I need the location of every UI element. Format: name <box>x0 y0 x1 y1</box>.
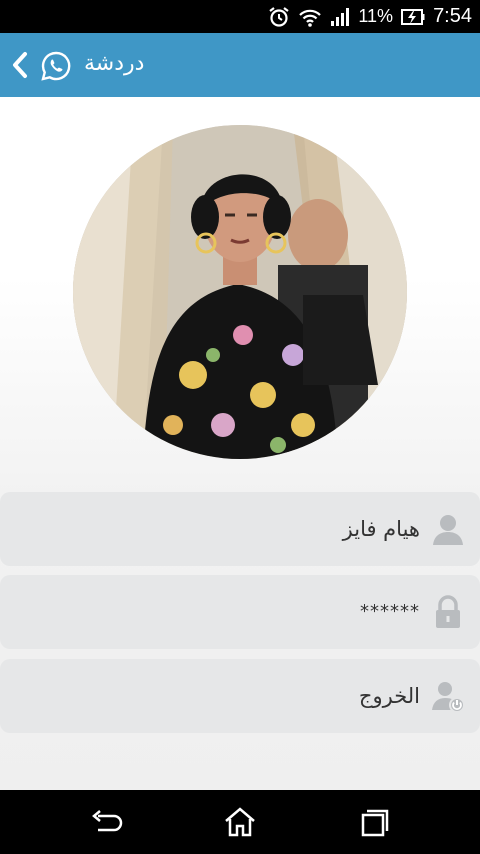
logout-user-icon <box>430 678 466 714</box>
navigation-bar <box>0 790 480 854</box>
user-icon <box>430 511 466 547</box>
back-chevron-icon[interactable] <box>10 49 30 81</box>
clock: 7:54 <box>433 5 472 27</box>
wifi-icon <box>298 6 322 28</box>
battery-charging-icon <box>401 8 425 26</box>
logout-row[interactable]: الخروج <box>0 659 480 733</box>
alarm-icon <box>268 6 290 28</box>
profile-content: هيام فايز ****** الخروج <box>0 97 480 790</box>
home-icon[interactable] <box>220 804 260 840</box>
lock-icon <box>430 594 466 630</box>
battery-percent: 11% <box>358 6 394 26</box>
profile-name-row[interactable]: هيام فايز <box>0 492 480 566</box>
password-row[interactable]: ****** <box>0 575 480 649</box>
back-icon[interactable] <box>86 804 126 840</box>
logout-label: الخروج <box>358 684 420 708</box>
recent-apps-icon[interactable] <box>354 804 394 840</box>
password-value: ****** <box>360 601 420 622</box>
whatsapp-icon[interactable] <box>40 50 72 82</box>
signal-icon <box>330 7 350 27</box>
status-bar: 11% 7:54 <box>0 0 480 33</box>
profile-name: هيام فايز <box>342 517 420 541</box>
app-bar: دردشة <box>0 33 480 97</box>
profile-avatar[interactable] <box>73 125 407 459</box>
app-title: دردشة <box>84 51 145 76</box>
